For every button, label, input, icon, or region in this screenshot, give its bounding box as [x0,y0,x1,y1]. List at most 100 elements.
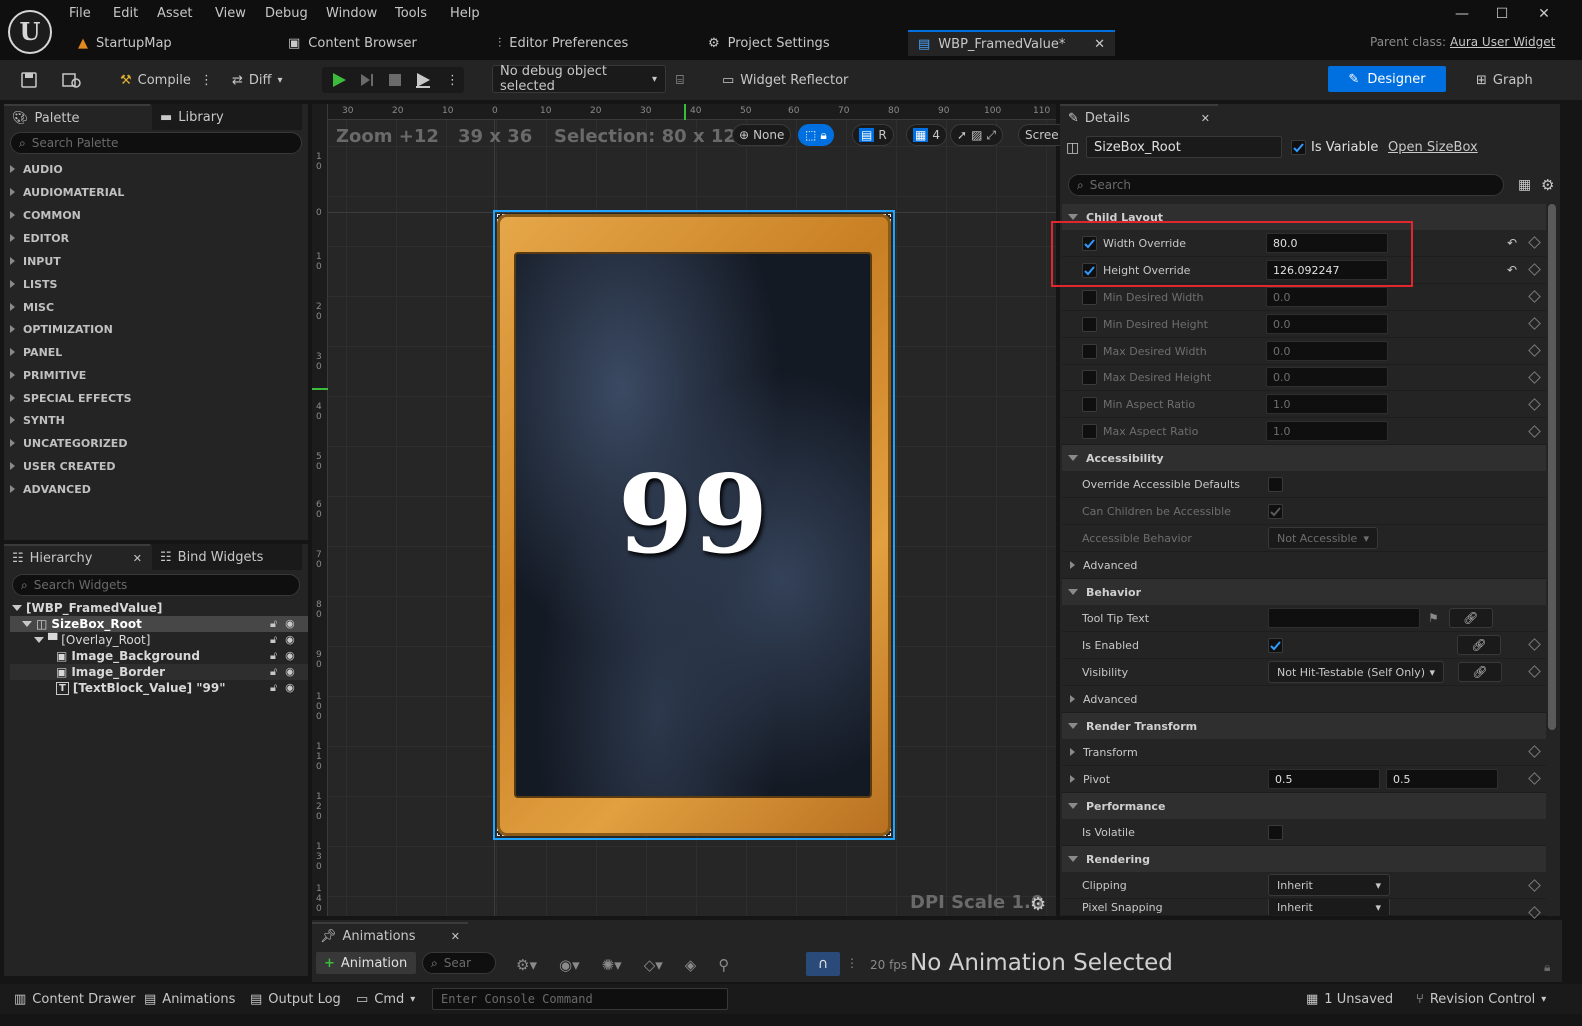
stop-icon[interactable] [386,68,404,92]
play-icon[interactable] [330,68,348,92]
category-misc[interactable]: MISC [10,297,54,317]
cmd-select[interactable]: ▭ Cmd ▾ [356,990,415,1008]
tab-details[interactable]: ✎ Details ✕ [1060,104,1218,130]
preview-mode-button[interactable]: ➚ ▨ ⤢ [950,124,1004,146]
category-user-created[interactable]: USER CREATED [10,456,116,476]
unreal-logo-icon[interactable]: U [8,10,52,54]
max-aspect-ratio-input[interactable]: 1.0 [1266,421,1388,441]
grid-snap-toggle[interactable]: ▦ 4 [906,124,947,146]
menu-tools[interactable]: Tools [395,6,427,24]
category-common[interactable]: COMMON [10,205,81,225]
bind-link-icon[interactable]: 🔗︎ [1457,635,1501,655]
hierarchy-search-input[interactable]: ⌕ Search Widgets [12,574,300,596]
menu-file[interactable]: File [69,6,91,24]
eye-icon[interactable]: ◉ [285,616,295,632]
screen-size-button[interactable]: Scree [1018,124,1061,146]
section-rendering[interactable]: Rendering [1062,846,1546,872]
menu-window[interactable]: Window [326,6,377,24]
debug-object-select[interactable]: No debug object selected ▾ [492,64,666,94]
tab-palette[interactable]: 🎨︎ Palette [4,104,150,130]
max-desired-width-checkbox[interactable] [1082,343,1097,359]
category-advanced[interactable]: ADVANCED [10,479,91,499]
is-enabled-checkbox[interactable] [1268,637,1283,653]
menu-edit[interactable]: Edit [113,6,138,24]
tree-item-image-border[interactable]: ▣ Image_Border [56,664,165,680]
save-icon[interactable] [20,68,38,92]
min-aspect-ratio-checkbox[interactable] [1082,396,1097,412]
tree-item-image-background[interactable]: ▣ Image_Background [56,648,200,664]
keyframe-diamond-icon[interactable] [1528,398,1541,411]
palette-search-input[interactable]: ⌕ Search Palette [10,132,302,154]
tab-bind-widgets[interactable]: ☷ Bind Widgets [152,544,302,570]
details-search-input[interactable]: ⌕ Search [1068,174,1504,196]
respect-locks-toggle[interactable]: ⬚ 🔒︎ [798,124,834,146]
compile-button[interactable]: ⚒ Compile [120,68,191,92]
lock-icon[interactable]: 🔓︎ [270,616,277,632]
eye-icon[interactable]: ◉ [285,664,295,680]
key-tangent-icon[interactable]: ◈ [685,956,697,974]
reset-to-default-icon[interactable]: ↶ [1507,236,1517,250]
keyframe-diamond-icon[interactable] [1528,638,1541,651]
clipping-select[interactable]: Inherit ▾ [1268,874,1390,896]
keyframe-diamond-icon[interactable] [1528,745,1541,758]
category-panel[interactable]: PANEL [10,342,62,362]
dpi-settings-gear-icon[interactable]: ⚙ [1030,894,1046,915]
console-command-input[interactable]: Enter Console Command [432,988,728,1010]
marker-icon[interactable]: ⚲ [718,956,729,974]
lock-icon[interactable]: 🔒︎ [1544,960,1550,975]
eye-icon[interactable]: ◉▾ [559,956,580,974]
eye-icon[interactable]: ◉ [285,632,295,648]
auto-key-icon[interactable]: ✺▾ [602,956,622,974]
pixel-snapping-select[interactable]: Inherit ▾ [1268,899,1390,915]
localization-preview-button[interactable]: ⊕ None [732,124,792,146]
browse-icon[interactable] [62,68,82,92]
row-transform[interactable]: Transform [1062,739,1546,766]
category-input[interactable]: INPUT [10,251,61,271]
debug-filter-icon[interactable]: ⌸ [676,68,684,92]
category-synth[interactable]: SYNTH [10,410,65,430]
keyframe-diamond-icon[interactable] [1528,317,1541,330]
play-options-icon[interactable]: ⋮ [446,68,459,92]
max-desired-height-input[interactable]: 0.0 [1266,367,1388,387]
category-audiomaterial[interactable]: AUDIOMATERIAL [10,182,124,202]
close-icon[interactable]: ✕ [451,930,460,943]
localize-flag-icon[interactable]: ⚑ [1428,611,1439,625]
tab-hierarchy[interactable]: ☷ Hierarchy ✕ [4,544,150,570]
tree-item-overlay-root[interactable]: ▀ [Overlay_Root] [34,632,150,648]
menu-view[interactable]: View [215,6,246,24]
tree-item-sizebox-root[interactable]: ◫ SizeBox_Root [22,616,142,632]
reset-to-default-icon[interactable]: ↶ [1507,263,1517,277]
lock-icon[interactable]: 🔓︎ [270,632,277,648]
lock-icon[interactable]: 🔓︎ [270,648,277,664]
row-advanced-behavior[interactable]: Advanced [1062,686,1546,713]
min-desired-width-input[interactable]: 0.0 [1266,287,1388,307]
min-desired-height-input[interactable]: 0.0 [1266,314,1388,334]
animations-drawer-button[interactable]: ▤ Animations [144,990,235,1008]
keyframe-diamond-icon[interactable] [1528,772,1541,785]
keyframe-diamond-icon[interactable] [1528,879,1541,892]
tab-project-settings[interactable]: ⚙ Project Settings [698,30,908,56]
fps-readout[interactable]: 20 fps [870,958,907,972]
compile-options-icon[interactable]: ⋮ [200,68,213,92]
close-icon[interactable]: ✕ [1094,37,1105,52]
graph-button[interactable]: ⊞ Graph [1476,68,1533,92]
max-desired-width-input[interactable]: 0.0 [1266,341,1388,361]
min-desired-height-checkbox[interactable] [1082,316,1097,332]
lock-icon[interactable]: 🔓︎ [270,664,277,680]
min-desired-width-checkbox[interactable] [1082,289,1097,305]
category-audio[interactable]: AUDIO [10,159,63,179]
tree-item-textblock-value[interactable]: T [TextBlock_Value] "99" [56,680,226,696]
max-desired-height-checkbox[interactable] [1082,369,1097,385]
visibility-select[interactable]: Not Hit-Testable (Self Only) ▾ [1268,661,1444,683]
step-icon[interactable] [358,68,376,92]
category-lists[interactable]: LISTS [10,274,57,294]
eye-icon[interactable]: ◉ [285,680,295,696]
section-accessibility[interactable]: Accessibility [1062,445,1546,471]
parent-class-link[interactable]: Aura User Widget [1450,35,1555,49]
override-accessible-checkbox[interactable] [1268,476,1283,492]
flow-direction-toggle[interactable]: ▤ R [852,124,894,146]
designer-button[interactable]: ✎ Designer [1328,66,1446,92]
tab-content-browser[interactable]: ▣ Content Browser [278,30,488,56]
eject-icon[interactable] [414,68,432,92]
close-window-icon[interactable]: ✕ [1534,6,1554,24]
